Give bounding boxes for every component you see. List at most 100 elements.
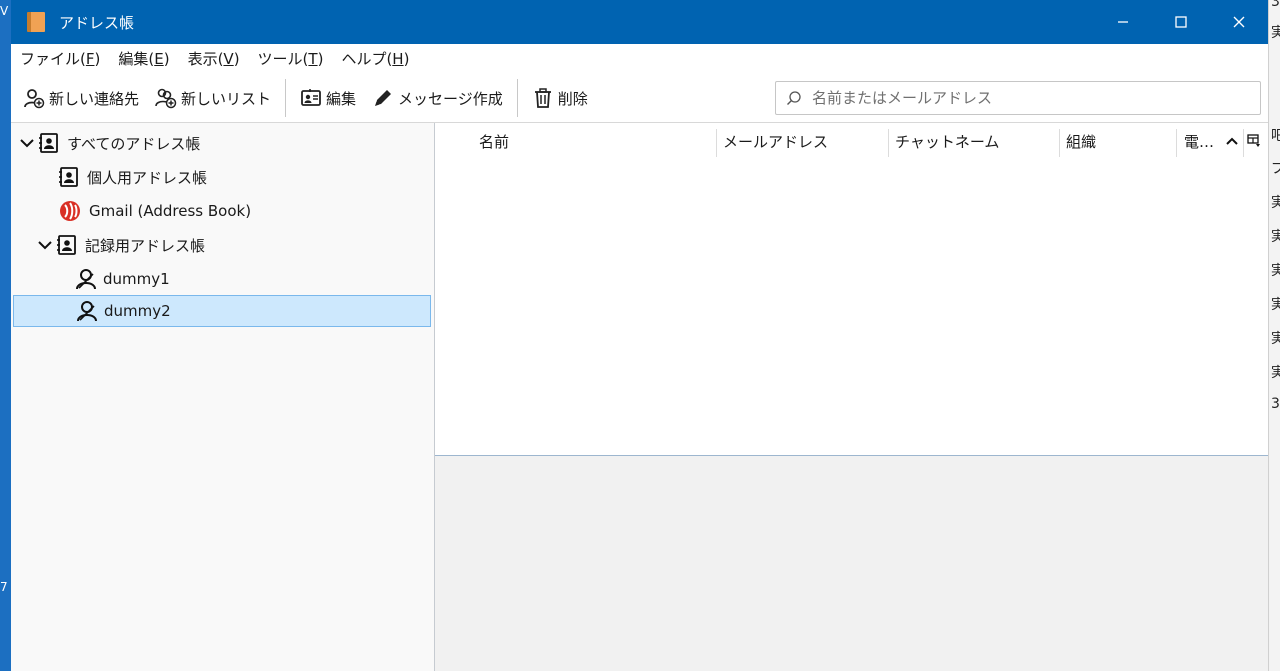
new-list-icon: [155, 88, 177, 109]
minimize-button[interactable]: [1094, 0, 1152, 44]
column-header-label: メールアドレス: [723, 132, 829, 151]
edit-label: 編集: [326, 89, 357, 108]
address-book-tree: すべてのアドレス帳 個人用アドレス帳 Gmail (Address Book): [11, 123, 435, 671]
column-splitter[interactable]: [1059, 129, 1060, 157]
new-contact-button[interactable]: 新しい連絡先: [15, 80, 147, 116]
tree-item-label: 記録用アドレス帳: [85, 236, 206, 255]
tree-item-personal-address-book[interactable]: 個人用アドレス帳: [13, 161, 477, 193]
column-splitter[interactable]: [716, 129, 717, 157]
maximize-button[interactable]: [1152, 0, 1210, 44]
desktop-edge-text: 実: [1271, 362, 1280, 382]
tree-item-label: 個人用アドレス帳: [87, 168, 208, 187]
toolbar-separator: [285, 79, 287, 117]
window-title: アドレス帳: [59, 13, 135, 32]
trash-icon: [534, 88, 551, 108]
column-header-label: 組織: [1066, 132, 1097, 151]
column-header-label: 電…: [1184, 132, 1215, 151]
desktop-edge-text: 実: [1271, 226, 1280, 246]
address-book-icon: [57, 235, 76, 255]
menu-tools-label: ツール(: [257, 49, 309, 68]
menu-edit-accesskey: E: [154, 49, 164, 68]
menu-view-tail: ): [233, 49, 240, 68]
menu-edit[interactable]: 編集(E): [109, 48, 178, 69]
minimize-icon: [1118, 21, 1128, 23]
new-list-button[interactable]: 新しいリスト: [147, 80, 279, 116]
column-header-label: 名前: [479, 132, 510, 151]
close-button[interactable]: [1210, 0, 1268, 44]
tree-item-collected-address-book[interactable]: 記録用アドレス帳: [13, 229, 455, 261]
pencil-icon: [375, 90, 392, 106]
desktop-edge-text: 実: [1271, 192, 1280, 212]
menu-help-label: ヘルプ(: [341, 49, 393, 68]
menu-edit-tail: ): [163, 49, 170, 68]
sort-ascending-icon: [1226, 137, 1238, 145]
edit-button[interactable]: 編集: [292, 80, 364, 116]
menu-file-tail: ): [94, 49, 101, 68]
tree-item-list-dummy2[interactable]: dummy2: [13, 295, 431, 327]
search-box: [775, 81, 1261, 115]
desktop-edge-text: 3: [1271, 0, 1280, 10]
column-header-phone[interactable]: 電…: [1184, 123, 1242, 159]
menu-edit-label: 編集(: [118, 49, 155, 68]
address-book-icon: [59, 167, 78, 187]
tree-item-label: dummy1: [103, 270, 170, 288]
column-header-chat[interactable]: チャットネーム: [895, 123, 1059, 159]
window-controls: [1094, 0, 1268, 44]
column-header-label: チャットネーム: [895, 132, 1000, 151]
mailing-list-icon: [77, 301, 97, 322]
menu-tools-accesskey: T: [308, 49, 318, 68]
menu-file-accesskey: F: [85, 49, 95, 68]
menu-file[interactable]: ファイル(F): [11, 48, 109, 69]
search-input[interactable]: [810, 88, 1254, 108]
column-picker-icon: [1247, 134, 1260, 147]
desktop-edge-text: 実: [1271, 294, 1280, 314]
desktop-edge-text: 7: [0, 580, 8, 594]
menu-file-label: ファイル(: [20, 49, 86, 68]
desktop-edge-text: V: [0, 4, 9, 18]
column-splitter[interactable]: [1176, 129, 1177, 157]
contact-list[interactable]: 名前 メールアドレス チャットネーム 組織 電…: [435, 123, 1268, 456]
chevron-down-icon[interactable]: [19, 135, 35, 151]
tree-item-label: dummy2: [104, 302, 171, 320]
column-header-organization[interactable]: 組織: [1066, 123, 1174, 159]
column-header-email[interactable]: メールアドレス: [723, 123, 887, 159]
new-list-label: 新しいリスト: [181, 89, 272, 108]
tree-item-all-address-books[interactable]: すべてのアドレス帳: [13, 127, 437, 159]
column-splitter[interactable]: [1243, 129, 1244, 157]
tree-item-list-dummy1[interactable]: dummy1: [13, 263, 493, 295]
maximize-icon: [1175, 16, 1187, 28]
desktop-edge-text: 3): [1271, 396, 1280, 412]
desktop-edge-text: 実: [1271, 22, 1280, 42]
tree-item-label: すべてのアドレス帳: [67, 134, 201, 153]
title-bar[interactable]: アドレス帳: [11, 0, 1268, 44]
desktop-edge-text: 吧: [1271, 125, 1280, 145]
menu-tools-tail: ): [317, 49, 324, 68]
column-picker-button[interactable]: [1247, 123, 1267, 159]
desktop-edge-text: 実: [1271, 328, 1280, 348]
gmail-sync-icon: [60, 201, 80, 221]
toolbar: 新しい連絡先 新しいリスト 編集 メッセージ作成 削除 名前またはメールアドレス: [11, 74, 1268, 123]
delete-button[interactable]: 削除: [524, 80, 596, 116]
compose-label: メッセージ作成: [398, 89, 503, 108]
address-book-window: アドレス帳 ファイル(F) 編集(E) 表示(V) ツール(T) ヘルプ(H): [11, 0, 1268, 671]
tree-item-label: Gmail (Address Book): [89, 202, 252, 220]
search-icon: [787, 91, 801, 105]
toolbar-separator: [516, 79, 518, 117]
tree-item-gmail-address-book[interactable]: Gmail (Address Book): [13, 195, 477, 227]
menu-bar: ファイル(F) 編集(E) 表示(V) ツール(T) ヘルプ(H): [11, 44, 1268, 72]
menu-tools[interactable]: ツール(T): [249, 48, 333, 69]
contact-detail-pane: [435, 456, 1268, 671]
close-icon: [1233, 16, 1245, 28]
mailing-list-icon: [76, 269, 96, 290]
menu-view-accesskey: V: [223, 49, 234, 68]
chevron-down-icon[interactable]: [37, 237, 53, 253]
desktop-edge-text: 実: [1271, 260, 1280, 280]
menu-help[interactable]: ヘルプ(H): [332, 48, 418, 69]
desktop-edge-text: プ: [1271, 158, 1280, 178]
delete-label: 削除: [557, 89, 588, 108]
column-splitter[interactable]: [888, 129, 889, 157]
menu-view[interactable]: 表示(V): [179, 48, 249, 69]
new-contact-icon: [24, 89, 45, 109]
compose-button[interactable]: メッセージ作成: [364, 80, 511, 116]
column-header-name[interactable]: 名前: [479, 123, 715, 159]
